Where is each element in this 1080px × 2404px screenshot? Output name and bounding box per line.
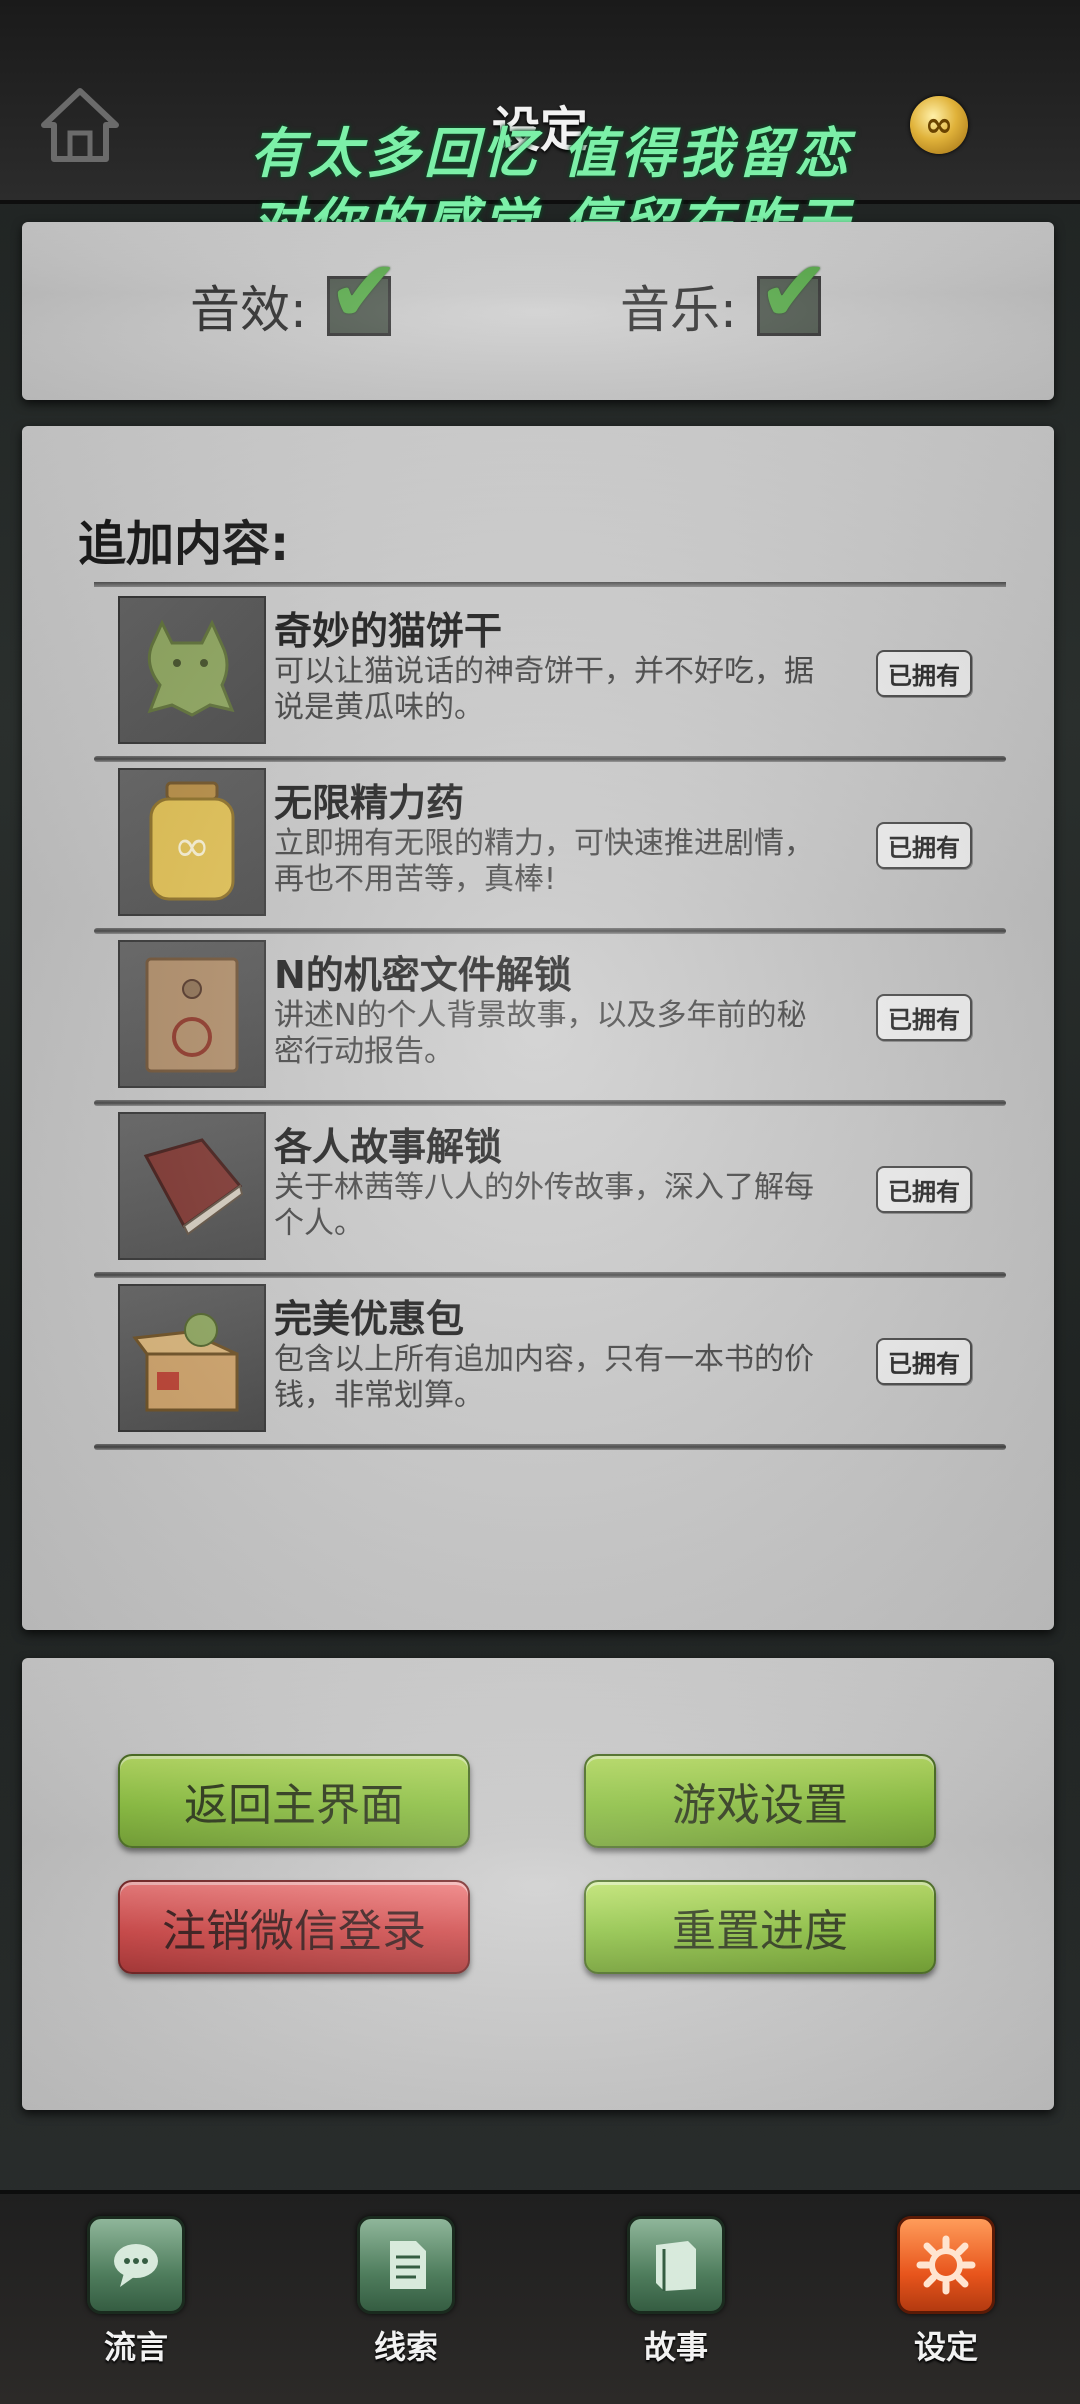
music-option: 音乐: ✔ bbox=[620, 249, 830, 342]
divider bbox=[94, 582, 1006, 587]
nav-label: 故事 bbox=[643, 2328, 708, 2366]
gift-box-icon bbox=[132, 1313, 239, 1412]
owned-stamp: 已拥有 bbox=[854, 1316, 994, 1406]
music-label: 音乐: bbox=[620, 281, 737, 339]
infinity-coin-icon[interactable]: ∞ bbox=[910, 96, 968, 154]
owned-label: 已拥有 bbox=[876, 993, 972, 1041]
sfx-label: 音效: bbox=[190, 281, 307, 339]
item-description: 包含以上所有追加内容，只有一本书的价钱，非常划算。 bbox=[274, 1342, 814, 1413]
owned-stamp: 已拥有 bbox=[854, 628, 994, 718]
svg-text:∞: ∞ bbox=[174, 821, 211, 872]
nav-story[interactable]: 故事 bbox=[606, 2216, 746, 2386]
document-icon bbox=[357, 2216, 455, 2314]
item-description: 立即拥有无限的精力，可快速推进剧情，再也不用苦等，真棒! bbox=[274, 826, 814, 897]
nav-label: 设定 bbox=[913, 2328, 978, 2366]
game-settings-button[interactable]: 游戏设置 bbox=[584, 1754, 936, 1848]
item-name: N的机密文件解锁 bbox=[274, 953, 572, 997]
cat-cookie-icon bbox=[147, 619, 235, 717]
owned-label: 已拥有 bbox=[876, 1165, 972, 1213]
item-name: 完美优惠包 bbox=[274, 1297, 465, 1341]
potion-jar-icon: ∞ bbox=[149, 781, 235, 901]
chat-bubble-icon bbox=[87, 2216, 185, 2314]
nav-settings[interactable]: 设定 bbox=[876, 2216, 1016, 2386]
reset-progress-button[interactable]: 重置进度 bbox=[584, 1880, 936, 1974]
book-icon bbox=[143, 1138, 244, 1236]
owned-label: 已拥有 bbox=[876, 1337, 972, 1385]
owned-label: 已拥有 bbox=[876, 649, 972, 697]
additional-content-panel: 追加内容: 奇妙的猫饼干 可以让猫说话的神奇饼干，并不好吃，据说是黄瓜味的。 已… bbox=[22, 426, 1054, 1630]
cat-cookie-thumbnail bbox=[118, 596, 266, 744]
owned-label: 已拥有 bbox=[876, 821, 972, 869]
content-item-cat-cookie[interactable]: 奇妙的猫饼干 可以让猫说话的神奇饼干，并不好吃，据说是黄瓜味的。 已拥有 bbox=[94, 582, 1006, 762]
item-description: 讲述N的个人背景故事，以及多年前的秘密行动报告。 bbox=[274, 998, 807, 1069]
music-checkbox[interactable]: ✔ bbox=[756, 249, 830, 336]
secret-file-thumbnail bbox=[118, 940, 266, 1088]
envelope-icon bbox=[145, 957, 239, 1073]
logout-wechat-button[interactable]: 注销微信登录 bbox=[118, 1880, 470, 1974]
gear-icon bbox=[897, 2216, 995, 2314]
checkmark-icon: ✔ bbox=[757, 242, 830, 342]
nav-rumors[interactable]: 流言 bbox=[66, 2216, 206, 2386]
item-name: 各人故事解锁 bbox=[274, 1125, 503, 1169]
checkmark-icon: ✔ bbox=[327, 242, 400, 342]
divider bbox=[94, 1444, 1006, 1450]
storybook-thumbnail bbox=[118, 1112, 266, 1260]
bundle-box-thumbnail bbox=[118, 1284, 266, 1432]
sfx-checkbox[interactable]: ✔ bbox=[326, 249, 400, 336]
content-item-personal-stories[interactable]: 各人故事解锁 关于林茜等八人的外传故事，深入了解每个人。 已拥有 bbox=[94, 1104, 1006, 1278]
sound-settings-panel: 音效: ✔ 音乐: ✔ bbox=[22, 222, 1054, 400]
content-item-n-secret-files[interactable]: N的机密文件解锁 讲述N的个人背景故事，以及多年前的秘密行动报告。 已拥有 bbox=[94, 932, 1006, 1106]
item-name: 奇妙的猫饼干 bbox=[274, 609, 503, 653]
book-icon bbox=[627, 2216, 725, 2314]
content-item-energy-potion[interactable]: ∞ 无限精力药 立即拥有无限的精力，可快速推进剧情，再也不用苦等，真棒! 已拥有 bbox=[94, 760, 1006, 934]
owned-stamp: 已拥有 bbox=[854, 1144, 994, 1234]
lyrics-line-1: 有太多回忆 值得我留恋 bbox=[250, 121, 853, 185]
nav-label: 线索 bbox=[373, 2328, 438, 2366]
item-description: 关于林茜等八人的外传故事，深入了解每个人。 bbox=[274, 1170, 814, 1241]
section-title: 追加内容: bbox=[78, 516, 290, 572]
nav-label: 流言 bbox=[103, 2328, 168, 2366]
nav-clues[interactable]: 线索 bbox=[336, 2216, 476, 2386]
action-panel: 返回主界面 游戏设置 注销微信登录 重置进度 bbox=[22, 1658, 1054, 2110]
item-description: 可以让猫说话的神奇饼干，并不好吃，据说是黄瓜味的。 bbox=[274, 654, 814, 725]
bottom-nav: 流言 线索 故事 设定 bbox=[0, 2190, 1080, 2404]
content-item-perfect-bundle[interactable]: 完美优惠包 包含以上所有追加内容，只有一本书的价钱，非常划算。 已拥有 bbox=[94, 1276, 1006, 1450]
owned-stamp: 已拥有 bbox=[854, 800, 994, 890]
sfx-option: 音效: ✔ bbox=[190, 249, 400, 342]
back-to-main-button[interactable]: 返回主界面 bbox=[118, 1754, 470, 1848]
owned-stamp: 已拥有 bbox=[854, 972, 994, 1062]
energy-potion-thumbnail: ∞ bbox=[118, 768, 266, 916]
item-name: 无限精力药 bbox=[274, 781, 465, 825]
